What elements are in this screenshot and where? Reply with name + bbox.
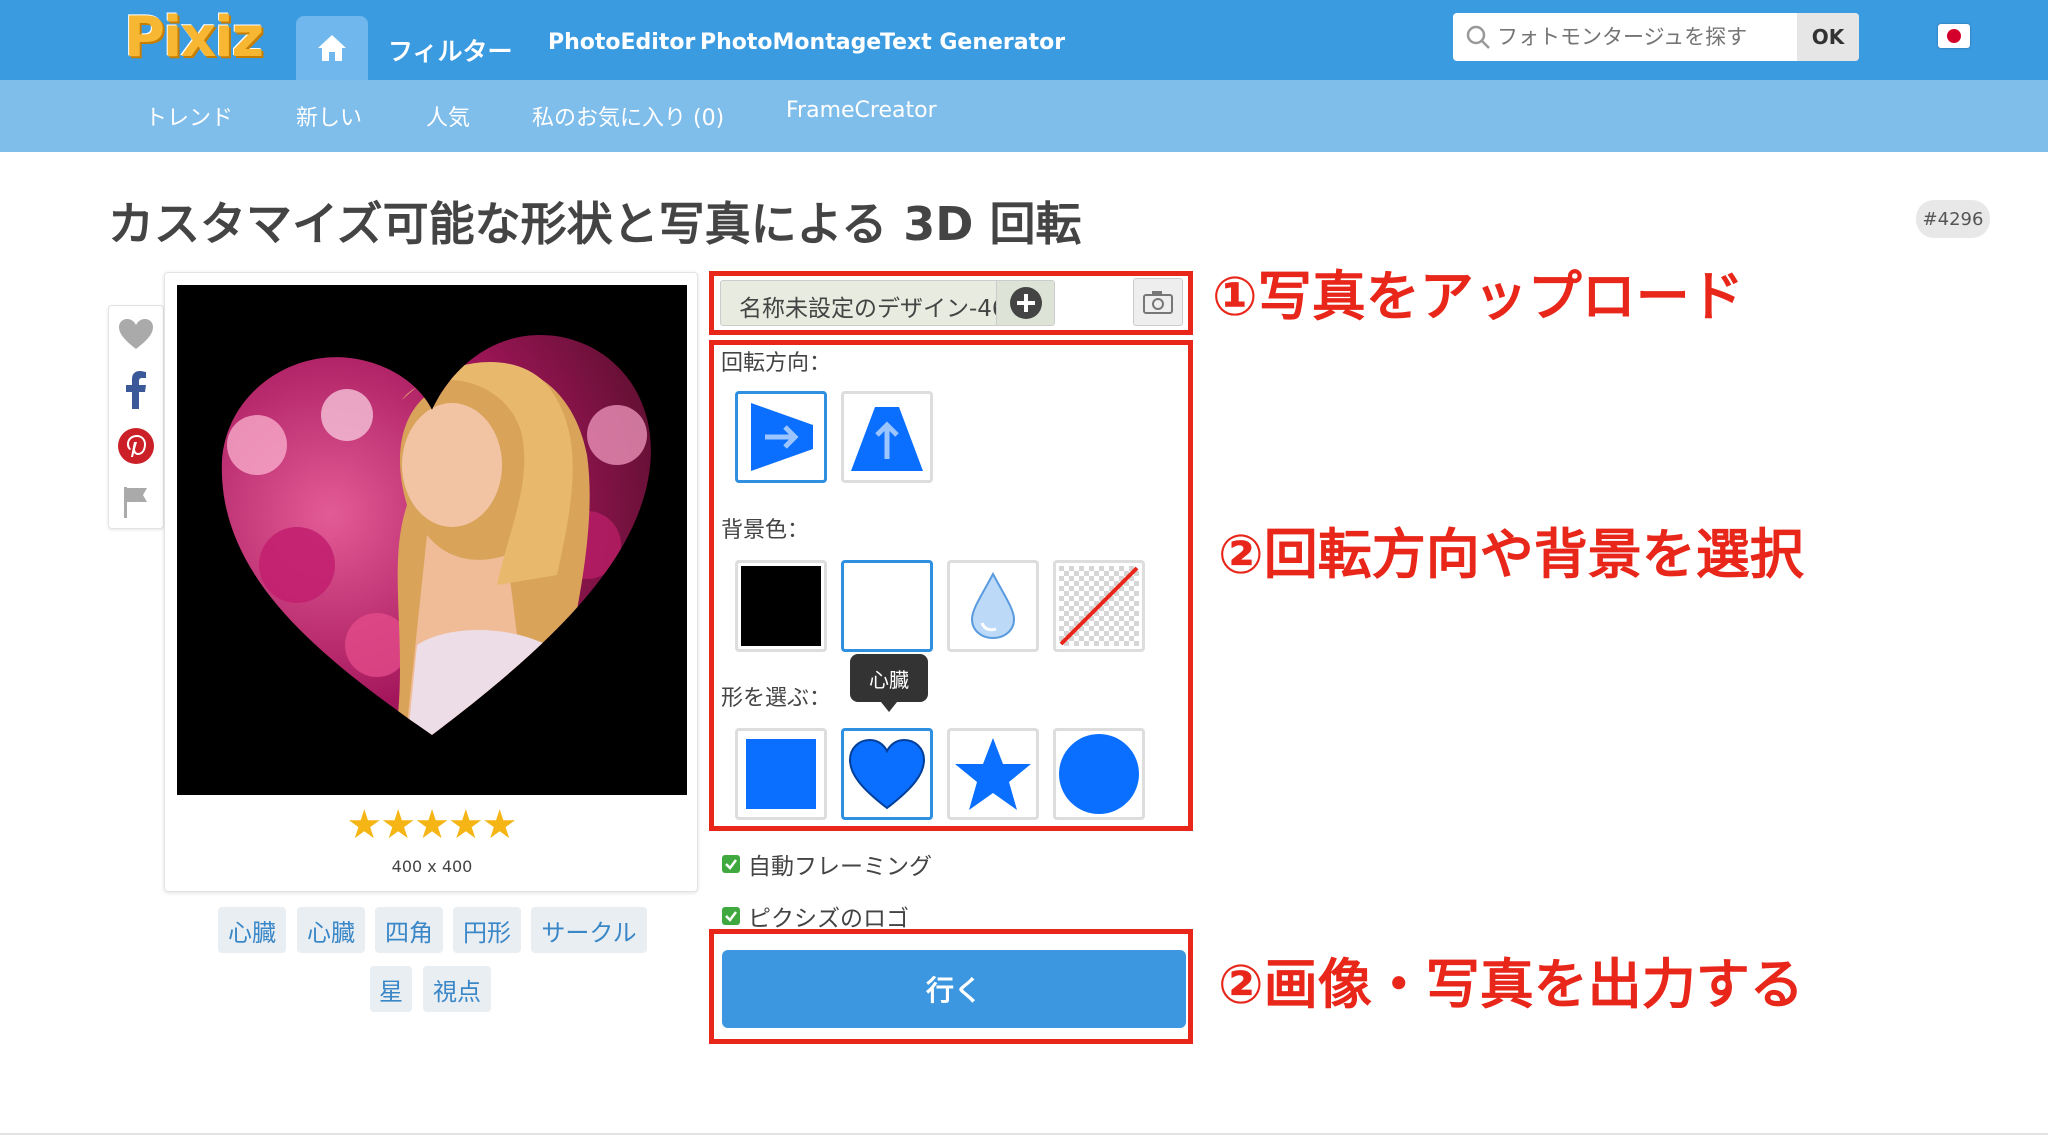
auto-framing-checkbox[interactable]: 自動フレーミング bbox=[722, 847, 932, 881]
nav-photoeditor[interactable]: PhotoEditor bbox=[548, 30, 695, 55]
heart-icon bbox=[119, 319, 153, 349]
subnav-favorites[interactable]: 私のお気に入り (0) bbox=[532, 100, 724, 132]
auto-framing-label: 自動フレーミング bbox=[748, 854, 932, 880]
pixiz-logo[interactable]: Pixiz bbox=[124, 6, 264, 70]
tag-heart[interactable]: 心臓 bbox=[218, 907, 286, 953]
pixiz-logo-label: ピクシズのロゴ bbox=[748, 906, 909, 932]
tag-circle[interactable]: 円形 bbox=[453, 907, 521, 953]
pinterest-share-button[interactable] bbox=[109, 418, 163, 474]
heart-photo-image bbox=[221, 334, 651, 735]
nav-filters[interactable]: フィルター bbox=[388, 32, 513, 68]
tag-heart-2[interactable]: 心臓 bbox=[297, 907, 365, 953]
search-ok-button[interactable]: OK bbox=[1797, 13, 1859, 61]
annotation-step-3: ②画像・写真を出力する bbox=[1218, 953, 1804, 1016]
social-share-bar bbox=[108, 305, 164, 529]
subnav-popular[interactable]: 人気 bbox=[426, 100, 470, 132]
rating-stars[interactable]: ★★★★★ bbox=[331, 803, 531, 847]
checkbox-checked-icon bbox=[722, 855, 740, 873]
subnav-trend[interactable]: トレンド bbox=[145, 100, 233, 132]
facebook-icon bbox=[126, 371, 146, 409]
checkbox-checked-icon bbox=[722, 907, 740, 925]
like-button[interactable] bbox=[109, 306, 163, 362]
preview-image bbox=[177, 285, 687, 795]
tag-square[interactable]: 四角 bbox=[375, 907, 443, 953]
search-input[interactable] bbox=[1497, 13, 1747, 61]
japan-flag-icon[interactable] bbox=[1938, 24, 1970, 48]
search-icon bbox=[1466, 25, 1490, 49]
tag-circle-2[interactable]: サークル bbox=[531, 907, 647, 953]
annotation-box-upload bbox=[709, 271, 1193, 335]
annotation-step-2: ②回転方向や背景を選択 bbox=[1218, 523, 1804, 586]
nav-photomontage[interactable]: PhotoMontage bbox=[700, 30, 881, 55]
nav-text-generator[interactable]: Text Generator bbox=[880, 30, 1065, 55]
image-size-label: 400 x 400 bbox=[391, 857, 473, 876]
page-title: カスタマイズ可能な形状と写真による 3D 回転 bbox=[108, 197, 1082, 251]
home-button[interactable] bbox=[296, 16, 368, 80]
home-icon bbox=[318, 35, 346, 61]
annotation-box-options bbox=[709, 340, 1193, 831]
tag-star[interactable]: 星 bbox=[370, 966, 412, 1012]
footer-divider bbox=[0, 1133, 2048, 1135]
annotation-step-1: ①写真をアップロード bbox=[1212, 265, 1744, 328]
search-bar: OK bbox=[1453, 13, 1859, 61]
effect-id-badge: #4296 bbox=[1916, 200, 1990, 238]
facebook-share-button[interactable] bbox=[109, 362, 163, 418]
preview-card: ★★★★★ 400 x 400 bbox=[164, 272, 698, 892]
subnav-new[interactable]: 新しい bbox=[296, 100, 362, 132]
tag-perspective[interactable]: 視点 bbox=[423, 966, 491, 1012]
flag-icon bbox=[124, 487, 147, 518]
pinterest-icon bbox=[118, 428, 154, 464]
subnav-framecreator[interactable]: FrameCreator bbox=[786, 98, 937, 123]
report-button[interactable] bbox=[109, 474, 163, 530]
annotation-box-go bbox=[709, 929, 1193, 1044]
pixiz-logo-checkbox[interactable]: ピクシズのロゴ bbox=[722, 899, 909, 933]
